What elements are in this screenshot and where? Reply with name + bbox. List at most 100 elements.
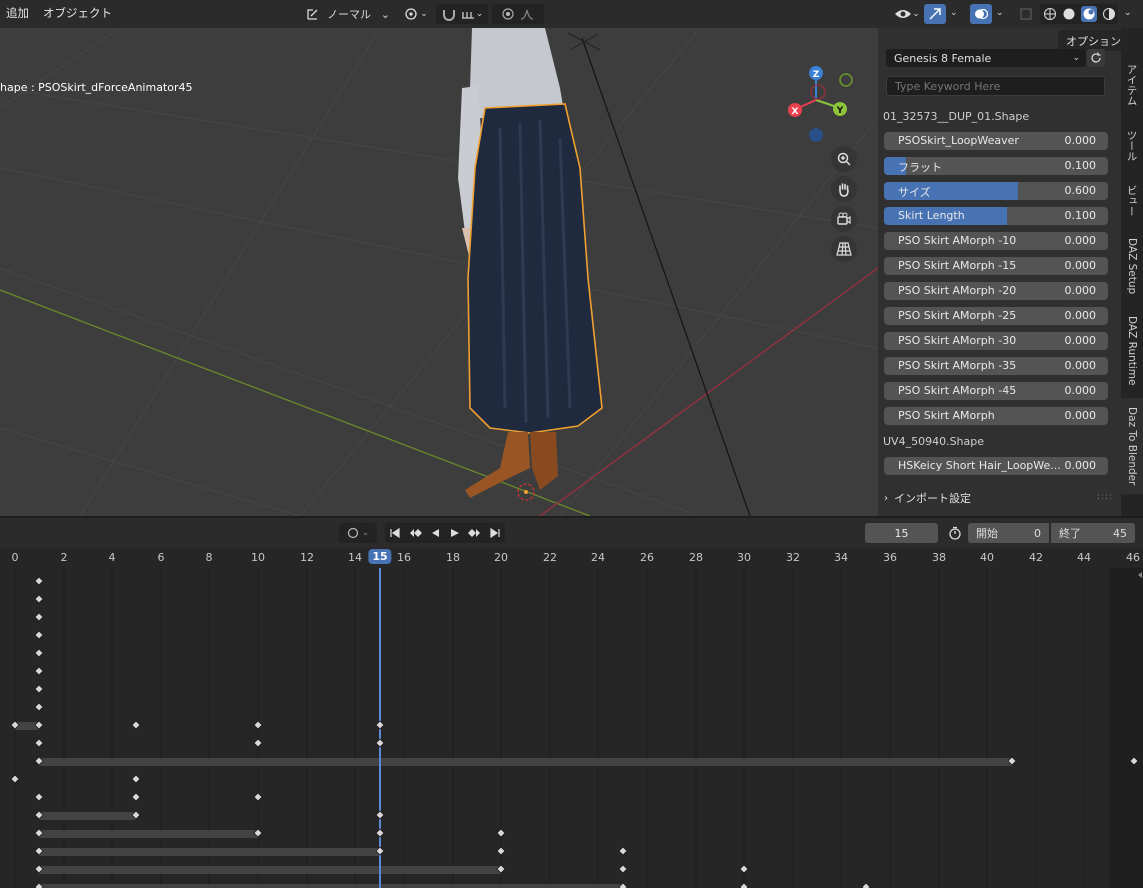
overlays-icon (975, 8, 988, 20)
gizmo-toggle[interactable] (924, 4, 946, 24)
options-label: オプション (1066, 34, 1121, 48)
camera-view-button[interactable] (831, 206, 857, 232)
pan-button[interactable] (831, 176, 857, 202)
refresh-icon (1091, 52, 1101, 63)
start-frame-value: 0 (1034, 526, 1041, 540)
morph-slider-label: PSO Skirt AMorph -20 (898, 284, 1017, 297)
tab-view[interactable]: ビュー (1121, 178, 1143, 224)
ruler-tick: 26 (640, 551, 654, 564)
3d-viewport[interactable]: Z X Y hape : PSOSkirt_dForceAnimator45 (0, 28, 878, 516)
morph-slider[interactable]: PSO Skirt AMorph -25 0.000 (884, 307, 1108, 325)
morph-slider[interactable]: フラット 0.100 (884, 157, 1108, 175)
play-icon[interactable] (449, 527, 461, 539)
transform-orientation-dropdown[interactable]: ノーマル ⌄ (302, 4, 394, 24)
chevron-down-icon: ⌄ (1072, 53, 1080, 63)
morph-slider-value: 0.000 (1064, 459, 1097, 472)
chevron-down-icon[interactable]: ⌄ (996, 8, 1004, 18)
mode-label: ノーマル (327, 8, 371, 21)
gizmo-z-label: Z (813, 70, 820, 80)
material-preview-shading-icon[interactable] (1080, 6, 1097, 22)
shading-mode-group[interactable] (1040, 4, 1118, 24)
next-keyframe-icon[interactable] (467, 527, 482, 539)
sidebar-tabs: アイテム ツール ビュー DAZ Setup DAZ Runtime Daz T… (1121, 28, 1143, 516)
morph-slider-value: 0.000 (1064, 334, 1097, 347)
playhead-frame-badge[interactable]: 15 (368, 549, 392, 564)
perspective-toggle-button[interactable] (831, 236, 857, 262)
ruler-tick: 8 (205, 551, 213, 564)
visibility-dropdown[interactable]: ⌄ (890, 4, 924, 24)
morph-slider[interactable]: サイズ 0.600 (884, 182, 1108, 200)
morph-slider[interactable]: Skirt Length 0.100 (884, 207, 1108, 225)
morph-slider-label: HSKeicy Short Hair_LoopWe... (898, 459, 1061, 472)
morph-slider[interactable]: PSO Skirt AMorph 0.000 (884, 407, 1108, 425)
chevron-down-icon[interactable]: ⌄ (1124, 8, 1132, 18)
tab-daz-setup[interactable]: DAZ Setup (1121, 230, 1143, 302)
morph-slider-value: 0.000 (1064, 384, 1097, 397)
current-frame-field[interactable]: 15 (865, 523, 938, 543)
keying-dropdown[interactable]: ⌄ (339, 523, 377, 543)
chevron-down-icon: ⌄ (361, 528, 370, 538)
prev-keyframe-icon[interactable] (408, 527, 422, 539)
camera-object (567, 32, 601, 51)
tab-item[interactable]: アイテム (1121, 58, 1143, 112)
morph-slider[interactable]: HSKeicy Short Hair_LoopWe... 0.000 (884, 457, 1108, 475)
jump-end-icon[interactable] (489, 527, 501, 539)
rendered-shading-icon[interactable] (1102, 7, 1116, 21)
play-reverse-icon[interactable] (429, 527, 441, 539)
ruler-tick: 24 (591, 551, 605, 564)
ruler-tick: 4 (108, 551, 116, 564)
ruler-tick: 2 (60, 551, 68, 564)
frame-gridlines (14, 568, 1085, 888)
morph-slider-label: PSO Skirt AMorph -25 (898, 309, 1017, 322)
drag-handle-icon[interactable]: :::: (1097, 492, 1113, 502)
dopesheet-area[interactable] (0, 568, 1143, 888)
morph-slider[interactable]: PSO Skirt AMorph -35 0.000 (884, 357, 1108, 375)
keyframe-hold-bars (15, 722, 1012, 888)
proportional-edit-group[interactable] (492, 4, 544, 24)
snap-group[interactable]: ⌄ (436, 4, 488, 24)
xray-toggle[interactable] (1017, 4, 1035, 24)
zoom-button[interactable] (831, 146, 857, 172)
solid-shading-icon[interactable] (1062, 7, 1076, 21)
tab-daz-to-blender[interactable]: Daz To Blender (1121, 398, 1143, 494)
keyframe-canvas[interactable] (0, 568, 1143, 888)
gizmo-arrow-icon (929, 8, 941, 20)
tab-daz-runtime[interactable]: DAZ Runtime (1121, 310, 1143, 392)
floor-grid (0, 28, 878, 516)
jump-start-icon[interactable] (389, 527, 401, 539)
morph-slider[interactable]: PSO Skirt AMorph -20 0.000 (884, 282, 1108, 300)
morph-slider[interactable]: PSO Skirt AMorph -30 0.000 (884, 332, 1108, 350)
figure-select-dropdown[interactable]: Genesis 8 Female ⌄ (886, 49, 1086, 67)
chevron-down-icon[interactable]: ⌄ (950, 8, 958, 18)
morph-slider[interactable]: PSOSkirt_LoopWeaver 0.000 (884, 132, 1108, 150)
morph-slider-label: PSOSkirt_LoopWeaver (898, 134, 1019, 147)
morph-slider-value: 0.000 (1064, 409, 1097, 422)
character-figure (458, 28, 603, 501)
wireframe-shading-icon[interactable] (1043, 7, 1057, 21)
ruler-tick: 0 (11, 551, 19, 564)
overlays-toggle[interactable] (970, 4, 992, 24)
pivot-point-dropdown[interactable]: ⌄ (400, 4, 432, 24)
morph-slider[interactable]: PSO Skirt AMorph -10 0.000 (884, 232, 1108, 250)
ruler-tick: 40 (980, 551, 994, 564)
frame-ruler[interactable]: 0 2 4 6 8 10 12 14 15 16 18 20 22 24 26 … (0, 548, 1143, 568)
refresh-button[interactable] (1087, 49, 1105, 67)
tab-tool[interactable]: ツール (1121, 122, 1143, 170)
camera-line (581, 37, 751, 516)
keyword-search-input[interactable] (886, 76, 1105, 96)
ruler-tick: 6 (157, 551, 165, 564)
end-frame-field[interactable]: 終了 45 (1051, 523, 1135, 543)
end-frame-value: 45 (1113, 526, 1127, 540)
keyframe-markers[interactable] (10, 576, 1139, 888)
import-settings-section[interactable]: › インポート設定 (884, 490, 971, 506)
preview-range-toggle[interactable] (945, 523, 965, 543)
navigation-gizmo[interactable]: Z X Y (788, 66, 853, 142)
ruler-tick: 20 (494, 551, 508, 564)
hand-icon (839, 183, 849, 197)
snap-magnet-icon (442, 10, 455, 21)
morph-slider[interactable]: PSO Skirt AMorph -15 0.000 (884, 257, 1108, 275)
morph-slider[interactable]: PSO Skirt AMorph -45 0.000 (884, 382, 1108, 400)
start-frame-field[interactable]: 開始 0 (968, 523, 1049, 543)
menu-object[interactable]: オブジェクト (43, 5, 112, 21)
menu-add[interactable]: 追加 (6, 5, 29, 21)
